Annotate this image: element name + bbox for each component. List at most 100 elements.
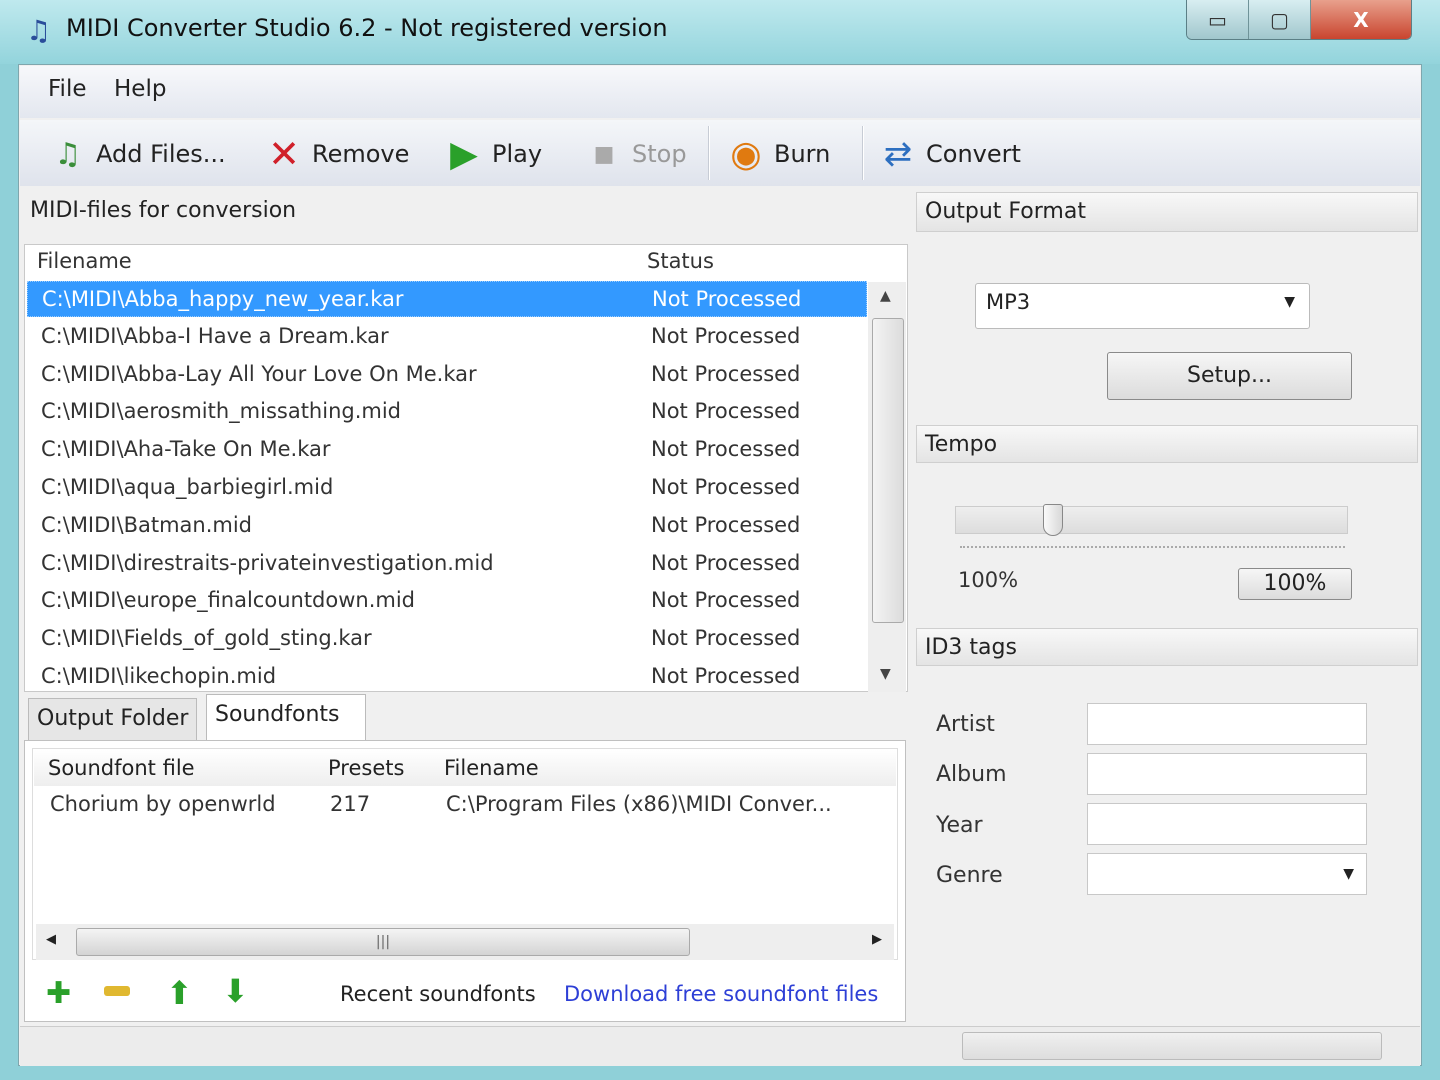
file-name: C:\MIDI\Abba_happy_new_year.kar — [42, 287, 404, 311]
file-status: Not Processed — [651, 399, 801, 424]
artist-label: Artist — [936, 712, 995, 737]
file-status: Not Processed — [651, 475, 801, 499]
file-row[interactable]: C:\MIDI\Aha-Take On Me.kar Not Processed — [27, 432, 867, 468]
file-name: C:\MIDI\aqua_barbiegirl.mid — [41, 475, 334, 499]
year-label: Year — [936, 813, 983, 838]
file-name: C:\MIDI\Batman.mid — [41, 512, 253, 537]
setup-button[interactable]: Setup... — [1107, 352, 1352, 400]
file-row[interactable]: C:\MIDI\aqua_barbiegirl.mid Not Processed — [27, 470, 867, 506]
file-status: Not Processed — [651, 361, 801, 386]
year-input[interactable] — [1087, 803, 1367, 845]
output-format-select[interactable]: MP3 ▼ — [975, 283, 1310, 329]
file-status: Not Processed — [651, 550, 801, 575]
play-button[interactable]: ▶ Play — [444, 133, 542, 175]
file-row[interactable]: C:\MIDI\aerosmith_missathing.mid Not Proc… — [27, 394, 867, 430]
maximize-button[interactable]: ▢ — [1249, 0, 1311, 39]
file-row[interactable]: C:\MIDI\Abba_happy_new_year.kar Not Proce… — [27, 281, 867, 317]
soundfont-name[interactable]: Chorium by openwrld — [50, 792, 276, 816]
add-files-icon: ♫ — [54, 136, 82, 172]
scroll-down-icon[interactable]: ▼ — [880, 666, 891, 682]
file-status: Not Processed — [651, 626, 801, 651]
file-status: Not Processed — [651, 437, 801, 462]
remove-soundfont-icon[interactable] — [104, 986, 130, 996]
tempo-value: 100% — [958, 568, 1019, 592]
file-name: C:\MIDI\direstraits-privateinvestigation… — [41, 550, 494, 575]
add-soundfont-icon[interactable]: ✚ — [46, 976, 71, 1011]
scrollbar-thumb[interactable] — [872, 318, 904, 623]
tempo-title: Tempo — [916, 425, 1418, 463]
menu-bar — [20, 66, 1420, 118]
scroll-up-icon[interactable]: ▲ — [880, 288, 891, 304]
album-label: Album — [936, 762, 1007, 787]
stop-icon: ■ — [593, 141, 615, 167]
output-format-title: Output Format — [916, 192, 1418, 232]
window-title: MIDI Converter Studio 6.2 - Not register… — [66, 14, 668, 42]
play-icon: ▶ — [450, 133, 478, 175]
stop-button[interactable]: ■ Stop — [584, 134, 687, 174]
file-name: C:\MIDI\Abba-Lay All Your Love On Me.kar — [41, 361, 477, 386]
slider-ticks — [960, 546, 1345, 548]
move-down-icon[interactable]: ⬇ — [222, 972, 249, 1010]
file-row[interactable]: C:\MIDI\Abba-Lay All Your Love On Me.kar… — [27, 357, 867, 393]
column-presets[interactable]: Presets — [328, 756, 404, 780]
file-row[interactable]: C:\MIDI\direstraits-privateinvestigation… — [27, 546, 867, 582]
file-row[interactable]: C:\MIDI\Fields_of_gold_sting.kar Not Proc… — [27, 621, 867, 657]
file-row[interactable]: C:\MIDI\likechopin.mid Not Processed — [27, 659, 867, 691]
add-files-button[interactable]: ♫ Add Files... — [48, 134, 226, 174]
genre-label: Genre — [936, 863, 1003, 888]
file-status: Not Processed — [651, 664, 801, 688]
menu-help[interactable]: Help — [114, 76, 166, 102]
menu-file[interactable]: File — [48, 76, 87, 102]
column-status[interactable]: Status — [647, 249, 714, 273]
file-name: C:\MIDI\Abba-I Have a Dream.kar — [41, 323, 389, 348]
recent-soundfonts-button[interactable]: Recent soundfonts — [340, 982, 536, 1006]
remove-icon: ✕ — [268, 132, 300, 176]
artist-input[interactable] — [1087, 703, 1367, 745]
column-filename[interactable]: Filename — [37, 249, 132, 273]
genre-select[interactable]: ▼ — [1087, 853, 1367, 895]
scroll-left-icon[interactable]: ◀ — [46, 932, 56, 947]
file-row[interactable]: C:\MIDI\Abba-I Have a Dream.kar Not Proce… — [27, 319, 867, 355]
file-status: Not Processed — [652, 287, 802, 311]
file-row[interactable]: C:\MIDI\europe_finalcountdown.mid Not Pro… — [27, 583, 867, 619]
album-input[interactable] — [1087, 753, 1367, 795]
toolbar-separator — [862, 126, 864, 180]
tab-soundfonts[interactable]: Soundfonts — [206, 694, 366, 742]
soundfont-filename: C:\Program Files (x86)\MIDI Conver... — [446, 792, 832, 816]
tempo-slider-thumb[interactable] — [1043, 504, 1064, 536]
file-status: Not Processed — [651, 323, 801, 348]
minimize-button[interactable]: ▭ — [1187, 0, 1249, 39]
close-button[interactable]: X — [1311, 0, 1411, 39]
scroll-right-icon[interactable]: ▶ — [872, 932, 882, 947]
file-status: Not Processed — [651, 588, 801, 613]
file-row[interactable]: C:\MIDI\Batman.mid Not Processed — [27, 508, 867, 544]
burn-button[interactable]: ◉ Burn — [726, 133, 830, 175]
file-list[interactable]: Filename Status C:\MIDI\Abba_happy_new_y… — [24, 244, 908, 692]
column-sf-filename[interactable]: Filename — [444, 756, 539, 780]
file-name: C:\MIDI\Fields_of_gold_sting.kar — [41, 626, 372, 651]
files-panel-title: MIDI-files for conversion — [22, 192, 910, 240]
file-name: C:\MIDI\aerosmith_missathing.mid — [41, 399, 402, 424]
chevron-down-icon: ▼ — [1284, 294, 1295, 310]
file-name: C:\MIDI\Aha-Take On Me.kar — [41, 437, 331, 462]
hscrollbar-thumb[interactable]: ||| — [76, 928, 690, 956]
tempo-slider[interactable] — [955, 506, 1348, 534]
file-status: Not Processed — [651, 512, 801, 537]
burn-icon: ◉ — [730, 133, 762, 175]
column-soundfont-file[interactable]: Soundfont file — [48, 756, 195, 780]
progress-bar — [962, 1032, 1382, 1060]
toolbar — [20, 120, 1420, 186]
convert-button[interactable]: ⇄ Convert — [878, 134, 1021, 174]
tempo-reset-button[interactable]: 100% — [1238, 568, 1352, 600]
chevron-down-icon: ▼ — [1343, 866, 1354, 882]
remove-button[interactable]: ✕ Remove — [264, 132, 409, 176]
soundfont-presets: 217 — [330, 792, 371, 816]
toolbar-separator — [708, 126, 710, 180]
convert-icon: ⇄ — [883, 134, 913, 174]
id3-title: ID3 tags — [916, 628, 1418, 666]
window-controls: ▭ ▢ X — [1186, 0, 1412, 40]
move-up-icon[interactable]: ⬆ — [166, 974, 193, 1012]
download-soundfonts-link[interactable]: Download free soundfont files — [564, 982, 878, 1006]
file-name: C:\MIDI\europe_finalcountdown.mid — [41, 588, 416, 613]
tab-output-folder[interactable]: Output Folder — [28, 698, 198, 740]
